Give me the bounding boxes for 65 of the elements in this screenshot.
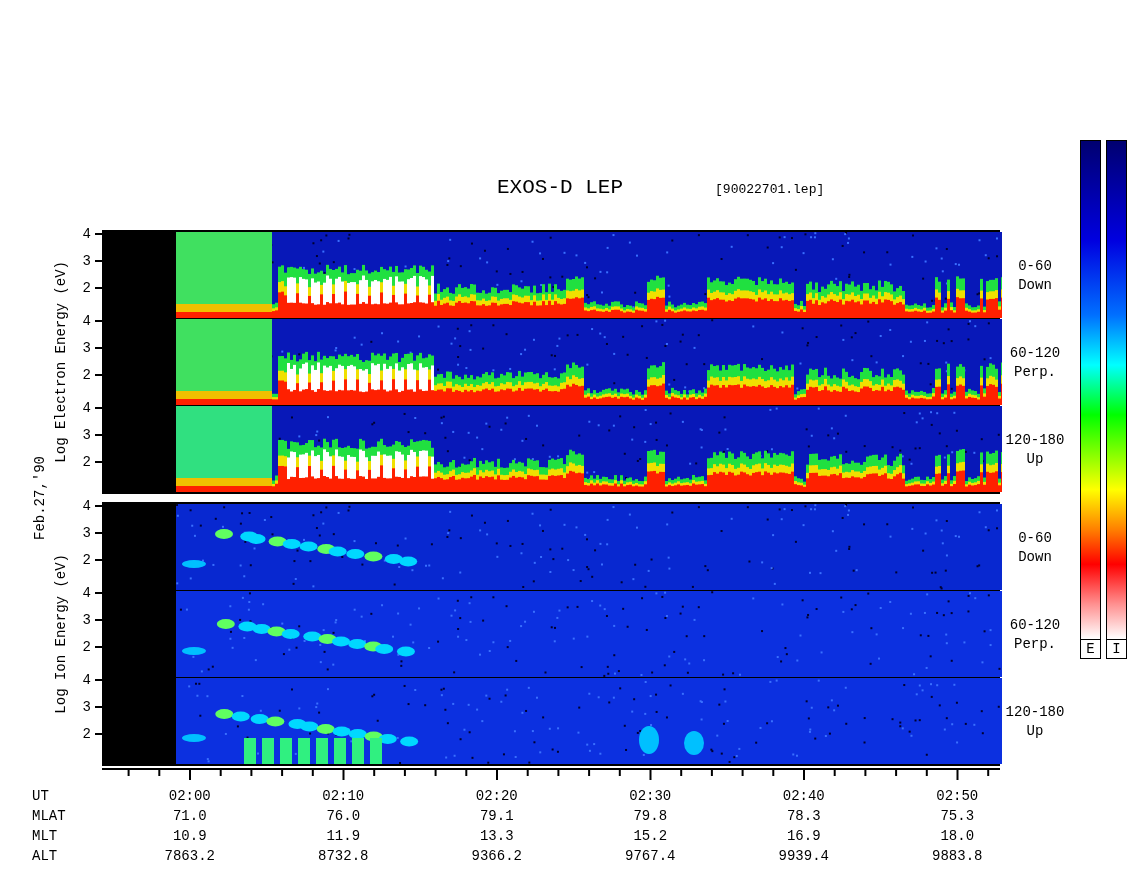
pitch-angle-range: 0-60 (1018, 256, 1052, 276)
date-label: Feb.27,'90 (32, 456, 48, 540)
axis-value: 9939.4 (777, 848, 830, 864)
axis-value: 15.2 (632, 828, 669, 844)
direction-label: Perp. (1014, 362, 1056, 382)
axis-value: 02:50 (935, 788, 980, 804)
y-tick-label: 4 (82, 671, 91, 688)
y-tick-label: 3 (82, 339, 91, 356)
y-tick-label: 4 (82, 312, 91, 329)
direction-label: Down (1018, 547, 1052, 567)
row-label: UT (32, 788, 50, 804)
file-name: [90022701.lep] (715, 182, 825, 197)
y-tick-label: 2 (82, 725, 91, 742)
pitch-angle-range: 60-120 (1009, 343, 1061, 363)
y-tick-label: 3 (82, 524, 91, 541)
y-tick-label: 4 (82, 584, 91, 601)
pitch-angle-range: 60-120 (1009, 615, 1061, 635)
y-axis-label: Log Ion Energy (eV) (53, 554, 69, 714)
y-tick-label: 3 (82, 611, 91, 628)
scale-letter: E (1080, 640, 1101, 659)
row-label: MLAT (32, 808, 67, 824)
pitch-angle-range: 120-180 (1005, 430, 1065, 450)
axis-value: 11.9 (325, 828, 362, 844)
y-tick-label: 3 (82, 252, 91, 269)
y-tick-label: 3 (82, 426, 91, 443)
direction-label: Down (1018, 275, 1052, 295)
row-label: ALT (32, 848, 59, 864)
axis-value: 16.9 (785, 828, 822, 844)
row-label: MLT (32, 828, 59, 844)
axis-value: 02:30 (628, 788, 673, 804)
axis-value: 02:00 (167, 788, 212, 804)
axis-value: 71.0 (171, 808, 208, 824)
axis-value: 9767.4 (624, 848, 677, 864)
direction-label: Up (1026, 721, 1044, 741)
axis-value: 7863.2 (163, 848, 216, 864)
axis-value: 75.3 (939, 808, 976, 824)
direction-label: Up (1026, 449, 1044, 469)
axis-value: 02:20 (474, 788, 519, 804)
axis-value: 02:10 (321, 788, 366, 804)
direction-label: Perp. (1014, 634, 1056, 654)
y-tick-label: 2 (82, 453, 91, 470)
pitch-angle-range: 0-60 (1018, 528, 1052, 548)
y-tick-label: 4 (82, 225, 91, 242)
chart-title: EXOS-D LEP (497, 176, 624, 199)
axis-value: 02:40 (781, 788, 826, 804)
y-tick-label: 2 (82, 279, 91, 296)
axis-value: 9883.8 (931, 848, 984, 864)
y-tick-label: 4 (82, 399, 91, 416)
pitch-angle-range: 120-180 (1005, 702, 1065, 722)
y-tick-label: 3 (82, 698, 91, 715)
y-tick-label: 2 (82, 366, 91, 383)
axis-value: 10.9 (171, 828, 208, 844)
y-axis-label: Log Electron Energy (eV) (53, 261, 69, 463)
axis-value: 13.3 (478, 828, 515, 844)
axis-value: 79.1 (478, 808, 515, 824)
y-tick-label: 2 (82, 638, 91, 655)
y-tick-label: 2 (82, 551, 91, 568)
axis-value: 18.0 (939, 828, 976, 844)
axis-value: 79.8 (632, 808, 669, 824)
axis-value: 76.0 (325, 808, 362, 824)
axis-value: 9366.2 (470, 848, 523, 864)
scale-letter: I (1106, 640, 1127, 659)
axis-value: 78.3 (785, 808, 822, 824)
y-tick-label: 4 (82, 497, 91, 514)
axis-value: 8732.8 (317, 848, 370, 864)
